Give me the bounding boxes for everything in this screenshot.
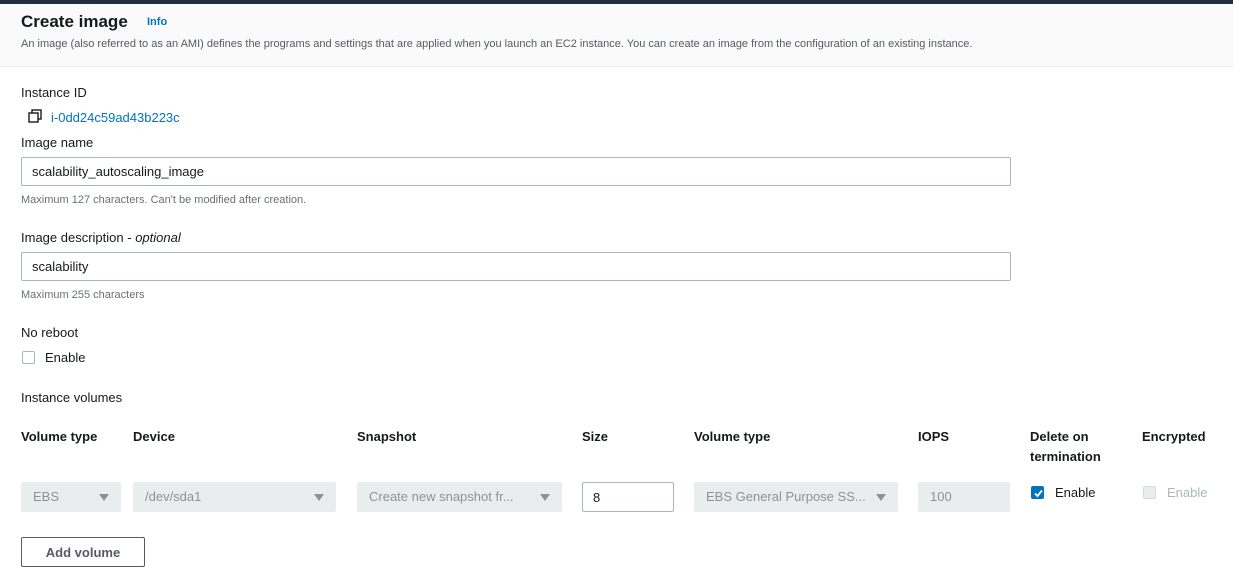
page-description: An image (also referred to as an AMI) de… [21, 38, 973, 50]
image-name-input[interactable] [21, 157, 1011, 186]
add-volume-button[interactable]: Add volume [21, 537, 145, 567]
ebs-volume-type-select: EBS General Purpose SS... [694, 482, 898, 512]
delete-on-termination-label: Enable [1055, 485, 1096, 500]
image-description-label-text: Image description [21, 230, 124, 245]
instance-volumes-label: Instance volumes [21, 390, 123, 405]
col-header-volume-type: Volume type [21, 429, 98, 444]
col-header-size: Size [582, 429, 609, 444]
col-header-ebs-volume-type: Volume type [694, 429, 771, 444]
col-header-encrypted: Encrypted [1142, 429, 1206, 444]
copy-icon[interactable] [28, 109, 42, 123]
checkmark-icon [1034, 489, 1043, 498]
encrypted-checkbox [1143, 486, 1156, 499]
image-description-input[interactable] [21, 252, 1011, 281]
page-title: Create image [21, 12, 128, 31]
iops-input: 100 [918, 482, 1010, 512]
caret-down-icon [99, 494, 109, 501]
col-header-snapshot: Snapshot [357, 429, 417, 444]
volume-type-select: EBS [21, 482, 121, 512]
image-description-label: Image description - optional [21, 230, 181, 245]
volume-type-value: EBS [33, 489, 60, 504]
image-description-hint: Maximum 255 characters [21, 289, 145, 301]
caret-down-icon [876, 494, 886, 501]
col-header-iops: IOPS [918, 429, 950, 444]
ebs-volume-type-value: EBS General Purpose SS... [706, 489, 866, 504]
col-header-device: Device [133, 429, 175, 444]
no-reboot-checkbox[interactable] [22, 351, 35, 364]
encrypted-label: Enable [1167, 485, 1208, 500]
device-value: /dev/sda1 [145, 489, 202, 504]
image-name-hint: Maximum 127 characters. Can't be modifie… [21, 194, 307, 206]
instance-id-link[interactable]: i-0dd24c59ad43b223c [51, 110, 180, 125]
instance-id-label: Instance ID [21, 85, 87, 100]
iops-value: 100 [930, 489, 952, 504]
page-header: Create image Info An image (also referre… [0, 4, 1233, 67]
caret-down-icon [314, 494, 324, 501]
device-select: /dev/sda1 [133, 482, 336, 512]
caret-down-icon [540, 494, 550, 501]
no-reboot-checkbox-label: Enable [45, 350, 86, 365]
snapshot-value: Create new snapshot fr... [369, 489, 514, 504]
no-reboot-label: No reboot [21, 325, 79, 340]
optional-tag: optional [135, 230, 181, 245]
snapshot-select: Create new snapshot fr... [357, 482, 562, 512]
image-name-label: Image name [21, 135, 94, 150]
delete-on-termination-checkbox[interactable] [1031, 486, 1044, 499]
info-link[interactable]: Info [147, 16, 167, 28]
col-header-delete-on-termination: Delete on termination [1030, 429, 1101, 464]
size-input[interactable] [582, 482, 674, 512]
